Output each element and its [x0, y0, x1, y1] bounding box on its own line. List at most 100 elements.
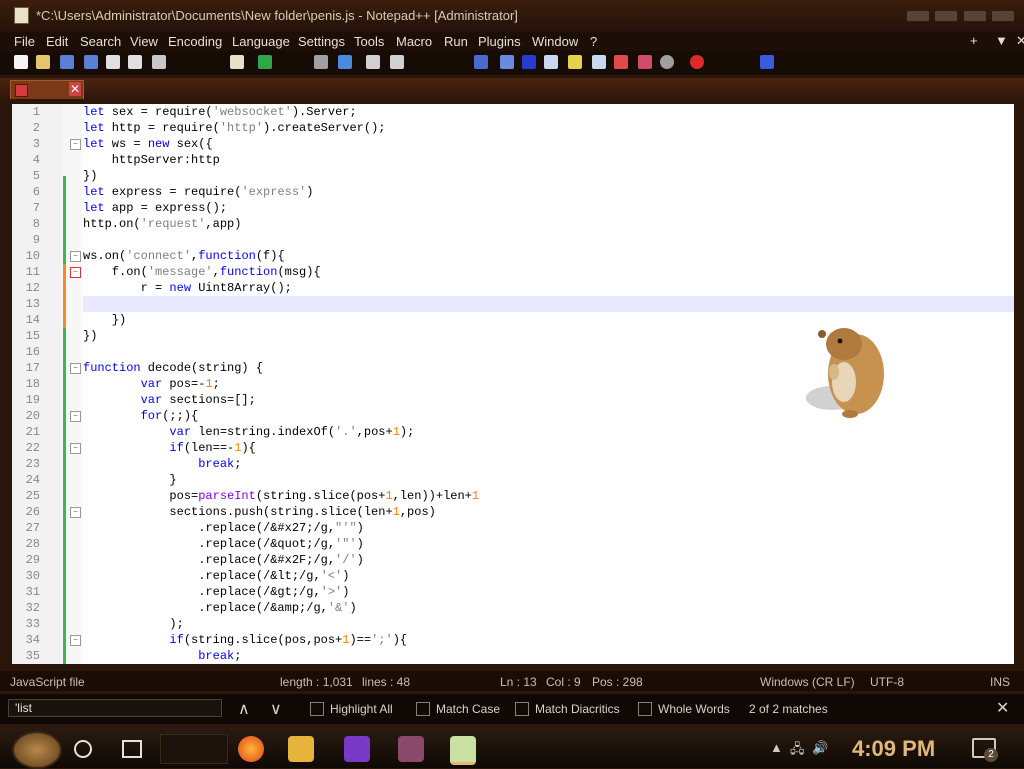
status-eol[interactable]: Windows (CR LF) [760, 675, 855, 689]
code-line[interactable]: 21 var len=string.indexOf('.',pos+1); [12, 424, 1014, 440]
menu-item[interactable]: Language [232, 34, 290, 49]
fold-toggle-icon[interactable]: − [70, 251, 81, 262]
maximize-button[interactable] [934, 10, 958, 22]
code-editor[interactable]: 1 let sex = require('websocket').Server; 2… [12, 104, 1014, 664]
code-line[interactable]: 24 } [12, 472, 1014, 488]
code-line[interactable]: 6 let express = require('express') [12, 184, 1014, 200]
fold-toggle-icon[interactable]: − [70, 267, 81, 278]
menu-item[interactable]: File [14, 34, 35, 49]
code-line[interactable]: 1 let sex = require('websocket').Server; [12, 104, 1014, 120]
code-line[interactable]: 12 r = new Uint8Array(); [12, 280, 1014, 296]
open-file-icon[interactable] [36, 55, 50, 69]
code-line[interactable]: 4 httpServer:http [12, 152, 1014, 168]
code-line[interactable]: 7 let app = express(); [12, 200, 1014, 216]
code-line[interactable]: 13 [12, 296, 1014, 312]
volume-icon[interactable]: 🔊 [812, 740, 828, 756]
search-circle-icon[interactable] [74, 740, 92, 758]
highlight-all-checkbox[interactable] [310, 702, 324, 716]
code-line[interactable]: 8 http.on('request',app) [12, 216, 1014, 232]
monitoring-icon[interactable] [614, 55, 628, 69]
code-line[interactable]: 34 if(string.slice(pos,pos+1)==';'){ [12, 632, 1014, 648]
code-line[interactable]: 29 .replace(/&#x2F;/g,'/') [12, 552, 1014, 568]
play-macro-icon[interactable] [760, 55, 774, 69]
notepad-plus-plus-taskbar-icon[interactable] [450, 736, 476, 765]
status-encoding[interactable]: UTF-8 [870, 675, 904, 689]
tab-list-dropdown[interactable]: ▼ [995, 33, 1008, 48]
code-line[interactable]: 22 if(len==-1){ [12, 440, 1014, 456]
match-diacritics-checkbox[interactable] [515, 702, 529, 716]
function-list-icon[interactable] [568, 55, 582, 69]
close-all-icon[interactable] [128, 55, 142, 69]
find-previous-button[interactable]: ∧ [238, 699, 250, 719]
menu-item[interactable]: Settings [298, 34, 345, 49]
menu-item[interactable]: Tools [354, 34, 384, 49]
fold-toggle-icon[interactable]: − [70, 443, 81, 454]
folder-workspace-icon[interactable] [592, 55, 606, 69]
code-line[interactable]: 23 break; [12, 456, 1014, 472]
tab-close-icon[interactable]: ✕ [69, 82, 81, 96]
code-line[interactable]: 10 ws.on('connect',function(f){ [12, 248, 1014, 264]
close-file-icon[interactable] [106, 55, 120, 69]
macro-record-icon[interactable] [638, 55, 652, 69]
new-file-icon[interactable] [14, 55, 28, 69]
record-macro-button-icon[interactable] [690, 55, 704, 69]
zoom-out-icon[interactable] [390, 55, 404, 69]
game-app-icon[interactable] [398, 736, 424, 762]
eye-icon[interactable] [660, 55, 674, 69]
code-line[interactable]: 26 sections.push(string.slice(len+1,pos) [12, 504, 1014, 520]
fold-toggle-icon[interactable]: − [70, 139, 81, 150]
fold-toggle-icon[interactable]: − [70, 507, 81, 518]
word-wrap-icon[interactable] [474, 55, 488, 69]
fold-toggle-icon[interactable]: − [70, 411, 81, 422]
menu-item[interactable]: Plugins [478, 34, 521, 49]
new-tab-plus-button[interactable]: + [970, 33, 978, 48]
code-line[interactable]: 31 .replace(/&gt;/g,'>') [12, 584, 1014, 600]
indent-guide-icon[interactable] [522, 55, 536, 69]
menu-item[interactable]: Edit [46, 34, 68, 49]
firefox-icon[interactable] [238, 736, 264, 762]
code-line[interactable]: 25 pos=parseInt(string.slice(pos+1,len))… [12, 488, 1014, 504]
find-next-button[interactable]: ∨ [270, 699, 282, 719]
find-icon[interactable] [314, 55, 328, 69]
show-all-chars-icon[interactable] [500, 55, 514, 69]
redo-icon[interactable] [258, 55, 272, 69]
code-line[interactable]: 2 let http = require('http').createServer… [12, 120, 1014, 136]
network-icon[interactable]: 🖧 [790, 740, 805, 762]
close-find-bar-button[interactable]: ✕ [996, 698, 1009, 718]
search-input[interactable] [8, 699, 222, 717]
code-line[interactable]: 27 .replace(/&#x27;/g,"'") [12, 520, 1014, 536]
taskbar-clock[interactable]: 4:09 PM [852, 736, 935, 762]
task-view-icon[interactable] [122, 740, 142, 758]
extra-caption-button[interactable] [991, 10, 1015, 22]
menu-item[interactable]: Window [532, 34, 578, 49]
doc-map-icon[interactable] [544, 55, 558, 69]
fold-toggle-icon[interactable]: − [70, 635, 81, 646]
paste-icon[interactable] [230, 55, 244, 69]
menu-item[interactable]: Run [444, 34, 468, 49]
menu-item[interactable]: Search [80, 34, 121, 49]
file-explorer-icon[interactable] [288, 736, 314, 762]
menu-item[interactable]: Macro [396, 34, 432, 49]
replace-icon[interactable] [338, 55, 352, 69]
menu-item[interactable]: Encoding [168, 34, 222, 49]
menu-close-button[interactable]: ✕ [1016, 33, 1024, 49]
tab-penis-js[interactable]: ✕ [10, 80, 84, 99]
zoom-in-icon[interactable] [366, 55, 380, 69]
code-line[interactable]: 35 break; [12, 648, 1014, 664]
code-line[interactable]: 3 let ws = new sex({ [12, 136, 1014, 152]
save-icon[interactable] [60, 55, 74, 69]
menu-item[interactable]: View [130, 34, 158, 49]
code-line[interactable]: 28 .replace(/&quot;/g,'"') [12, 536, 1014, 552]
save-all-icon[interactable] [84, 55, 98, 69]
code-line[interactable]: 32 .replace(/&amp;/g,'&') [12, 600, 1014, 616]
minimize-button[interactable] [906, 10, 930, 22]
code-line[interactable]: 30 .replace(/&lt;/g,'<') [12, 568, 1014, 584]
tray-chevron-icon[interactable]: ▲ [770, 740, 783, 755]
code-line[interactable]: 9 [12, 232, 1014, 248]
match-case-checkbox[interactable] [416, 702, 430, 716]
visual-studio-icon[interactable] [344, 736, 370, 762]
whole-words-checkbox[interactable] [638, 702, 652, 716]
close-window-button[interactable] [963, 10, 987, 22]
start-button-icon[interactable] [12, 731, 62, 769]
fold-toggle-icon[interactable]: − [70, 363, 81, 374]
